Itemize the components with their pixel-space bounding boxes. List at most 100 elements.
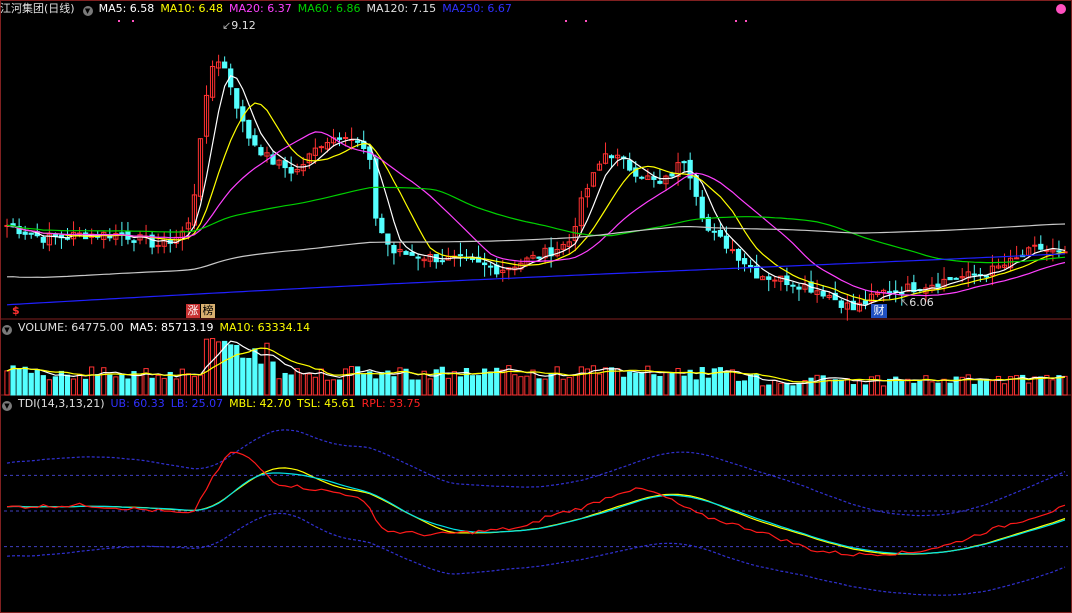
volume-bar [10, 365, 16, 396]
volume-bar [1001, 383, 1008, 396]
candle-body [379, 217, 385, 234]
volume-bar [119, 374, 125, 396]
volume-bar [681, 375, 687, 396]
volume-bar [355, 366, 361, 396]
candle-body [258, 147, 264, 156]
volume-bar [693, 379, 699, 396]
candle-body [935, 283, 941, 288]
event-dot [745, 20, 747, 22]
collapse-icon[interactable]: ▼ [2, 325, 12, 335]
volume-bar [741, 380, 748, 396]
volume-bar [699, 367, 705, 396]
candle-body [772, 279, 778, 282]
candle-body [899, 292, 905, 295]
volume-bar [336, 379, 343, 396]
candle-body [488, 265, 494, 268]
candle-body [318, 146, 325, 149]
volume-bar [167, 371, 173, 396]
volume-bar [342, 368, 349, 396]
volume-bar [246, 357, 252, 396]
cai-marker[interactable]: 财 [871, 304, 887, 318]
event-dot [565, 20, 567, 22]
dollar-marker[interactable]: $ [12, 304, 20, 317]
volume-bar [657, 375, 663, 396]
zhang-marker[interactable]: 涨 [186, 304, 200, 318]
volume-bar [197, 374, 204, 396]
vol-ma5-label: MA5: 85713.19 [129, 321, 214, 334]
volume-bar [729, 369, 736, 396]
candle-body [391, 244, 397, 254]
volume-bar [633, 372, 639, 396]
volume-bar [627, 371, 633, 396]
candle-body [457, 254, 464, 257]
candle-body [415, 256, 421, 259]
candle-body [766, 276, 772, 280]
candle-body [627, 159, 633, 171]
volume-bar [856, 379, 863, 396]
volume-bar [796, 383, 802, 396]
bang-marker[interactable]: 榜 [201, 304, 215, 318]
volume-bar [288, 374, 294, 396]
volume-bar [929, 381, 935, 396]
volume-bar [409, 379, 415, 396]
candle-body [342, 136, 349, 139]
candle-body [947, 277, 953, 281]
volume-bar [191, 376, 198, 396]
volume-bar [1032, 376, 1038, 396]
candle-body [699, 196, 705, 219]
rpl-line [6, 451, 1066, 557]
volume-bar [300, 372, 306, 396]
candle-body [741, 258, 748, 265]
candle-body [796, 286, 802, 290]
volume-bar [887, 378, 893, 396]
candle-body [657, 180, 663, 184]
volume-label: VOLUME: 64775.00 [18, 321, 124, 334]
vol-ma10-label: MA10: 63334.14 [219, 321, 311, 334]
event-dot [585, 20, 587, 22]
candle-body [403, 251, 409, 255]
candle-body [28, 232, 34, 235]
volume-bar [826, 379, 832, 396]
candle-body [355, 140, 361, 143]
volume-bar [282, 372, 288, 396]
volume-bar [500, 369, 506, 396]
volume-bar [149, 377, 155, 396]
volume-bar [361, 374, 367, 396]
volume-bar [941, 378, 947, 396]
volume-bar [989, 380, 996, 396]
mbl-label: MBL: 42.70 [229, 397, 292, 410]
tdi-name: TDI(14,3,13,21) [18, 397, 105, 410]
lb-label: LB: 25.07 [170, 397, 224, 410]
candle-body [22, 231, 28, 235]
candle-body [669, 173, 675, 177]
volume-bar [34, 369, 40, 396]
volume-bar [89, 366, 95, 396]
volume-bar [276, 378, 282, 396]
volume-bar [113, 376, 119, 396]
volume-bar [524, 375, 530, 396]
volume-bar [348, 366, 355, 396]
volume-bar [850, 384, 857, 396]
volume-bar [518, 376, 524, 396]
candle-body [64, 237, 71, 240]
volume-bar [566, 376, 572, 396]
volume-bar [808, 377, 814, 396]
candle-body [838, 300, 844, 308]
candle-body [336, 137, 343, 140]
volume-bar [971, 383, 977, 396]
candle-body [282, 160, 288, 169]
ub-label: UB: 60.33 [110, 397, 165, 410]
volume-bar [52, 376, 59, 396]
volume-bar [705, 377, 711, 396]
volume-bar [1026, 382, 1032, 396]
candle-body [893, 290, 899, 293]
collapse-icon[interactable]: ▼ [2, 401, 12, 411]
indicator-dot-icon[interactable] [1056, 4, 1066, 14]
vol-ma10-line [6, 347, 1066, 383]
volume-bar [1062, 375, 1068, 396]
volume-bar [747, 374, 754, 396]
volume-bar [614, 368, 621, 396]
collapse-icon[interactable]: ▼ [82, 6, 93, 16]
volume-bar [451, 371, 458, 396]
candle-body [608, 155, 615, 159]
